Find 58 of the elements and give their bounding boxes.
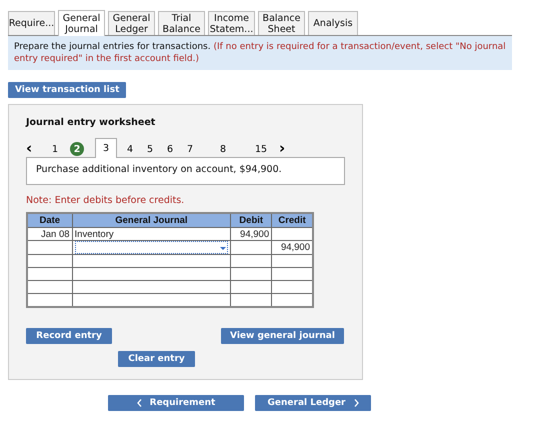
tab[interactable]: Trial Balance (158, 11, 205, 35)
page-tab[interactable]: 4 (123, 141, 137, 157)
general-ledger-button[interactable]: General Ledger (255, 395, 371, 411)
credit-field[interactable]: 94,900 (272, 240, 313, 254)
debit-field[interactable] (230, 294, 272, 307)
date-cell (27, 294, 72, 307)
credit-field[interactable] (272, 294, 313, 307)
view-general-journal-button[interactable]: View general journal (221, 328, 344, 344)
account-field[interactable] (72, 254, 231, 268)
tab[interactable]: General Ledger (108, 11, 155, 35)
debit-field[interactable] (230, 254, 272, 268)
credit-field[interactable] (272, 228, 313, 240)
credit-field[interactable] (272, 268, 313, 280)
page-tab[interactable]: 5 (143, 141, 157, 157)
debit-field[interactable]: 94,900 (230, 228, 272, 240)
account-field[interactable] (72, 268, 231, 280)
column-header: General Journal (72, 213, 231, 228)
page-tab[interactable]: 6 (163, 141, 177, 157)
note-text: Note: Enter debits before credits. (26, 195, 186, 206)
worksheet-title: Journal entry worksheet (26, 117, 156, 128)
tab[interactable]: Require... (8, 11, 55, 35)
account-field[interactable]: Inventory (72, 228, 231, 240)
column-header: Date (27, 213, 72, 228)
chevron-left-icon (136, 399, 142, 407)
tab[interactable]: Analysis (308, 11, 358, 35)
record-entry-button[interactable]: Record entry (26, 328, 112, 344)
credit-field[interactable] (272, 280, 313, 294)
tab[interactable]: Balance Sheet (258, 11, 305, 35)
page-tab[interactable]: 3 (95, 138, 117, 158)
page-tab[interactable]: 15 (249, 141, 273, 157)
debit-field[interactable] (230, 280, 272, 294)
chevron-right-icon (354, 399, 358, 407)
date-cell (27, 268, 72, 280)
page-tab[interactable]: 2 (70, 142, 84, 156)
date-cell (27, 280, 72, 294)
account-field[interactable] (72, 240, 231, 254)
instructions-text: Prepare the journal entries for transactions. (If no entry is required for a transaction/event, select "No journal entry required" in the first account field.) (8, 35, 512, 70)
column-header: Credit (272, 213, 313, 228)
tab[interactable]: Income Statem... (208, 11, 255, 35)
column-header: Debit (230, 213, 272, 228)
clear-entry-button[interactable]: Clear entry (118, 351, 195, 367)
tab[interactable]: General Journal (58, 10, 105, 36)
requirement-button[interactable]: Requirement (108, 395, 244, 411)
account-field[interactable] (72, 280, 231, 294)
previous-button[interactable]: ‹ (26, 139, 48, 157)
page-tab[interactable]: 1 (48, 141, 62, 157)
debit-field[interactable] (230, 268, 272, 280)
page-tab[interactable]: 8 (203, 141, 243, 157)
debit-field[interactable] (230, 240, 272, 254)
date-cell (27, 254, 72, 268)
date-cell: Jan 08 (27, 228, 72, 240)
next-button[interactable]: › (279, 139, 301, 157)
view-transaction-list-button[interactable]: View transaction list (8, 82, 126, 98)
page-tab[interactable]: 7 (183, 141, 197, 157)
transaction-description: Purchase additional inventory on account, $94,900. (26, 157, 345, 185)
credit-field[interactable] (272, 254, 313, 268)
account-field[interactable] (72, 294, 231, 307)
date-cell (27, 240, 72, 254)
